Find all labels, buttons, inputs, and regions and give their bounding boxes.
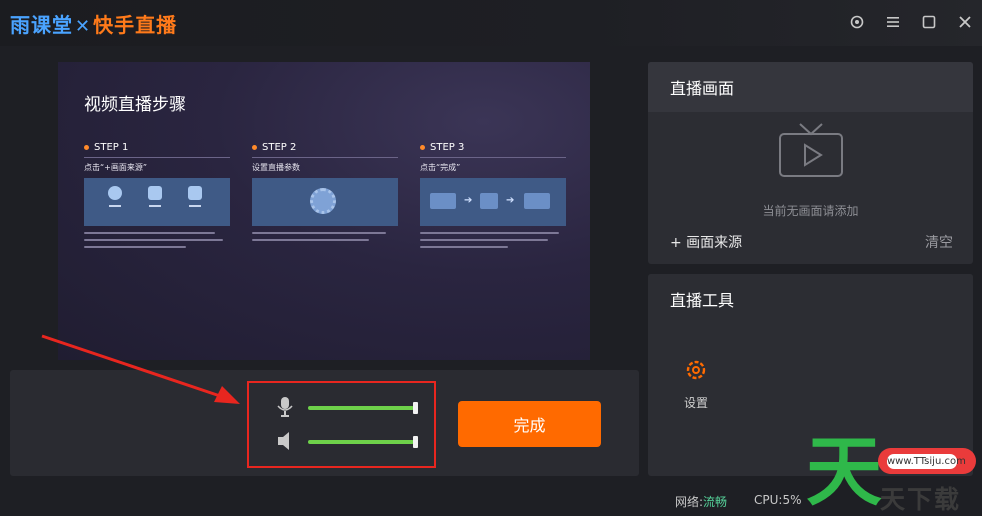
settings-icon[interactable]: [847, 12, 867, 32]
app-logo: 雨课堂 ✕ 快手直播: [10, 9, 177, 38]
mic-volume-slider[interactable]: [308, 402, 418, 414]
step-subtitle: 点击“完成”: [420, 163, 461, 172]
step-description: [252, 232, 398, 262]
close-icon[interactable]: [955, 12, 975, 32]
tv-icon: [779, 123, 843, 177]
step-label: STEP 1: [94, 142, 129, 153]
brand-cross: ✕: [75, 16, 92, 37]
speaker-icon: [278, 432, 289, 450]
clear-button[interactable]: 清空: [925, 232, 953, 252]
step-subtitle: 设置直播参数: [252, 163, 300, 172]
live-screen-card: 直播画面 当前无画面请添加 + 画面来源 清空: [648, 62, 973, 264]
cpu-status: CPU:5%: [754, 493, 802, 507]
maximize-icon[interactable]: [919, 12, 939, 32]
step-illustration: ➔ ➔: [420, 178, 566, 226]
menu-icon[interactable]: [883, 12, 903, 32]
step-illustration: [84, 178, 230, 226]
watermark-bubble: www.TTsiju.com: [878, 448, 976, 474]
step-2: STEP 2 设置直播参数: [252, 142, 398, 262]
arrow-right-icon: ➔: [506, 195, 515, 206]
step-label: STEP 3: [430, 142, 465, 153]
step-illustration: [252, 178, 398, 226]
step-label: STEP 2: [262, 142, 297, 153]
steps-title: 视频直播步骤: [84, 95, 186, 115]
speaker-volume-row: [276, 430, 426, 454]
flow-block: [524, 193, 550, 209]
step-dot: [84, 145, 89, 150]
step-description: [420, 232, 566, 262]
flow-block: [430, 193, 456, 209]
watermark-text: 天下载: [880, 485, 962, 514]
add-source-button[interactable]: + 画面来源: [670, 232, 742, 252]
window-icon: [146, 186, 164, 207]
preview-area: 视频直播步骤 STEP 1 点击“+画面来源” STEP 2 设置直播参数 ST…: [58, 62, 590, 360]
watermark-url: www.TTsiju.com: [887, 454, 966, 469]
network-status: 网络:流畅: [675, 493, 727, 510]
step-description: [84, 232, 230, 262]
live-screen-title: 直播画面: [648, 62, 973, 112]
network-label: 网络:: [675, 495, 704, 509]
step-dot: [420, 145, 425, 150]
slider-handle[interactable]: [413, 436, 418, 448]
brand-yuketang: 雨课堂: [10, 13, 73, 37]
empty-hint: 当前无画面请添加: [762, 204, 859, 218]
step-3: STEP 3 点击“完成” ➔ ➔: [420, 142, 566, 262]
live-tools-title: 直播工具: [648, 274, 973, 324]
camera-icon: [106, 186, 124, 207]
gear-icon: [686, 360, 706, 380]
gear-icon: [310, 188, 336, 214]
watermark-logo: 天: [806, 427, 882, 516]
settings-tool[interactable]: 设置: [672, 358, 720, 411]
fullscreen-icon: [186, 186, 204, 207]
speaker-volume-slider[interactable]: [308, 436, 418, 448]
done-button[interactable]: 完成: [458, 401, 601, 447]
flow-block: [480, 193, 498, 209]
settings-label: 设置: [683, 396, 708, 410]
title-bar: 雨课堂 ✕ 快手直播: [0, 0, 982, 46]
step-1: STEP 1 点击“+画面来源”: [84, 142, 230, 262]
arrow-right-icon: ➔: [464, 195, 473, 206]
highlight-box: [247, 381, 436, 468]
mic-volume-row: [276, 396, 426, 420]
microphone-icon: [277, 397, 293, 417]
slider-handle[interactable]: [413, 402, 418, 414]
step-subtitle: 点击“+画面来源”: [84, 163, 147, 172]
network-value: 流畅: [703, 495, 728, 509]
brand-kuaishou: 快手直播: [93, 13, 178, 37]
step-dot: [252, 145, 257, 150]
